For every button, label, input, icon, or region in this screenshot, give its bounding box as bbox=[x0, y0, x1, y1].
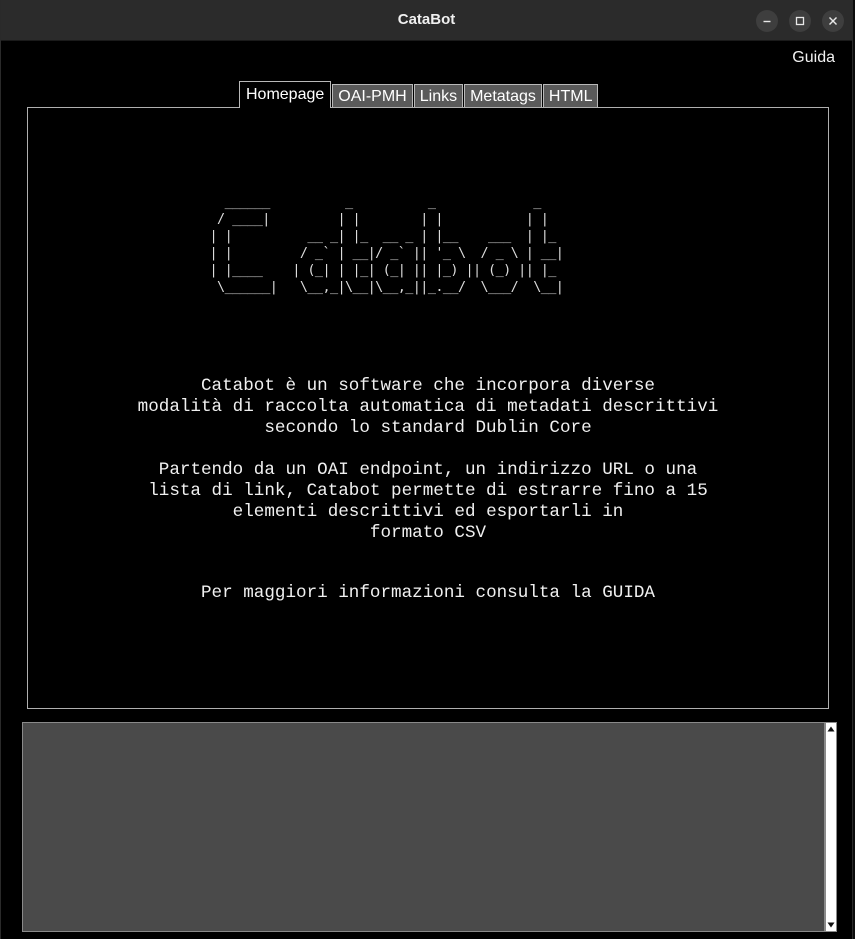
tab-bar: Homepage OAI-PMH Links Metatags HTML bbox=[239, 81, 599, 108]
tab-links[interactable]: Links bbox=[413, 84, 464, 108]
minimize-button[interactable] bbox=[756, 10, 778, 32]
homepage-panel: ______ _ _ _ / ____| | | | | | | | | __ … bbox=[27, 107, 829, 709]
window-title: CataBot bbox=[397, 11, 456, 28]
tab-oai-pmh[interactable]: OAI-PMH bbox=[332, 84, 413, 108]
maximize-button[interactable] bbox=[789, 10, 811, 32]
tab-html[interactable]: HTML bbox=[542, 84, 599, 108]
scroll-down-button[interactable] bbox=[826, 920, 836, 930]
app-window: CataBot Guida Homepage OAI-PMH Links Met… bbox=[0, 0, 853, 939]
close-icon bbox=[829, 17, 837, 25]
tab-metatags[interactable]: Metatags bbox=[464, 84, 542, 108]
guide-hint: Per maggiori informazioni consulta la GU… bbox=[201, 583, 655, 603]
log-scrollbar[interactable] bbox=[825, 722, 837, 932]
description-features: Partendo da un OAI endpoint, un indirizz… bbox=[148, 460, 708, 543]
title-bar[interactable]: CataBot bbox=[1, 0, 852, 41]
arrow-up-icon bbox=[827, 726, 835, 732]
tab-homepage[interactable]: Homepage bbox=[239, 81, 332, 108]
arrow-down-icon bbox=[827, 922, 835, 928]
scroll-up-button[interactable] bbox=[826, 724, 836, 734]
catabot-ascii-logo: ______ _ _ _ / ____| | | | | | | | | __ … bbox=[209, 194, 564, 295]
maximize-icon bbox=[795, 16, 805, 26]
close-button[interactable] bbox=[822, 10, 844, 32]
menu-guida[interactable]: Guida bbox=[792, 49, 835, 67]
description-intro: Catabot è un software che incorpora dive… bbox=[137, 376, 719, 438]
log-output[interactable] bbox=[22, 722, 825, 932]
minimize-icon bbox=[763, 20, 771, 23]
